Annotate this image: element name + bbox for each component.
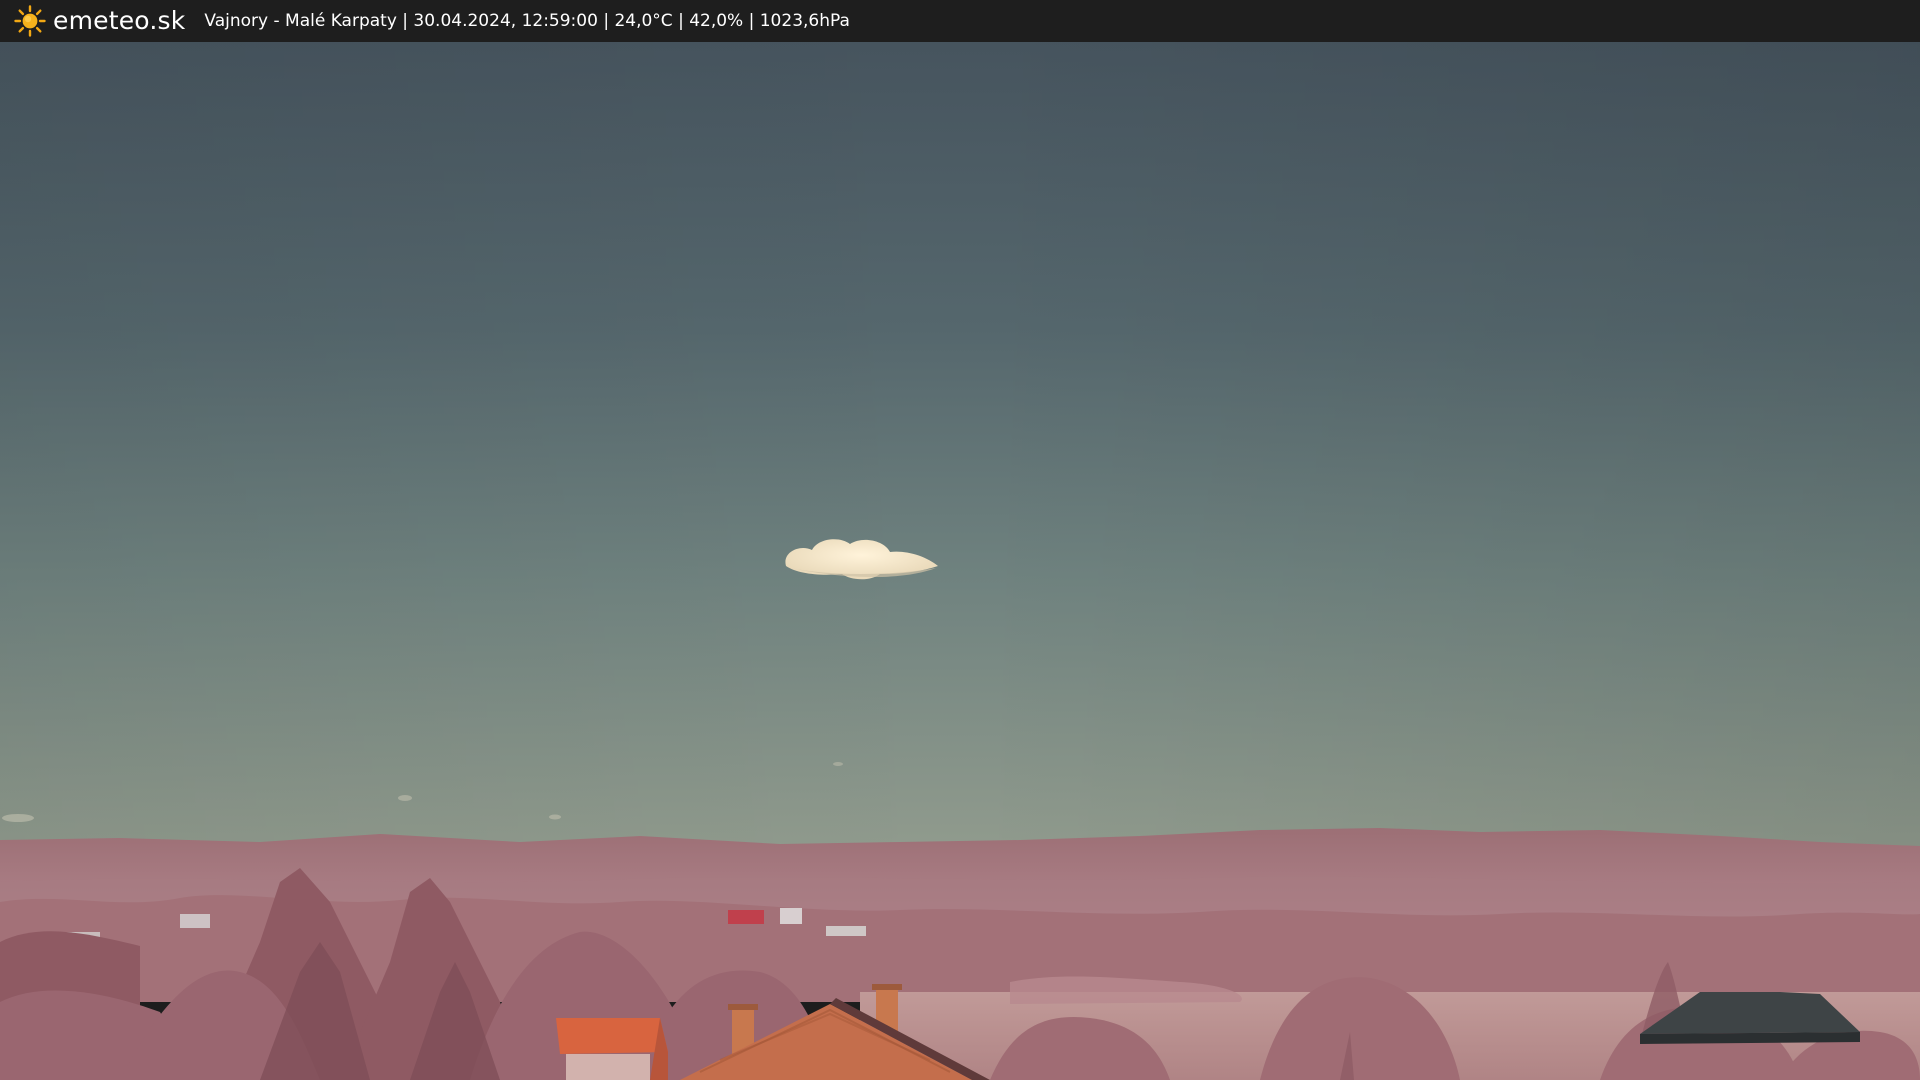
webcam-image: [0, 42, 1920, 1080]
sun-icon: [14, 5, 46, 37]
station-info: Vajnory - Malé Karpaty | 30.04.2024, 12:…: [204, 11, 850, 31]
webcam-frame: emeteo.sk Vajnory - Malé Karpaty | 30.04…: [0, 0, 1920, 1080]
brand-logo[interactable]: emeteo.sk: [14, 0, 185, 42]
info-bar: emeteo.sk Vajnory - Malé Karpaty | 30.04…: [0, 0, 1920, 42]
site-name: emeteo.sk: [53, 6, 186, 35]
